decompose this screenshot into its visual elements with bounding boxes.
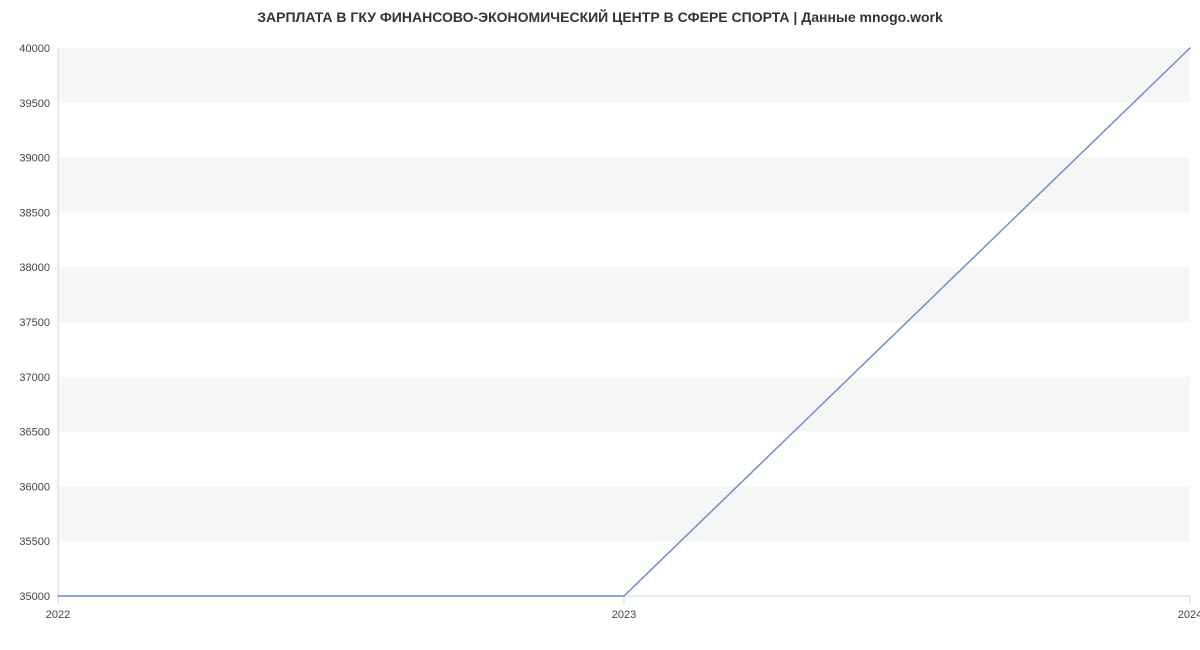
chart-title: ЗАРПЛАТА В ГКУ ФИНАНСОВО-ЭКОНОМИЧЕСКИЙ Ц…: [257, 8, 943, 25]
y-tick-label: 38000: [19, 262, 50, 274]
grid-band: [58, 48, 1190, 103]
y-tick-label: 36000: [19, 481, 50, 493]
chart-container: 35000 35500 36000 36500 37000 37500 38000 38500…: [0, 0, 1200, 650]
grid-band: [58, 377, 1190, 432]
grid-band: [58, 158, 1190, 213]
x-tick-label: 2022: [46, 609, 70, 621]
y-tick-label: 40000: [19, 43, 50, 55]
y-tick-label: 36500: [19, 427, 50, 439]
y-tick-label: 38500: [19, 207, 50, 219]
y-tick-label: 35500: [19, 536, 50, 548]
y-tick-label: 37000: [19, 372, 50, 384]
x-tick-label: 2023: [612, 609, 636, 621]
grid-band: [58, 267, 1190, 322]
y-tick-label: 39500: [19, 98, 50, 110]
y-tick-label: 35000: [19, 591, 50, 603]
x-tick-label: 2024: [1178, 609, 1200, 621]
y-tick-label: 37500: [19, 317, 50, 329]
grid-band: [58, 486, 1190, 541]
line-chart: 35000 35500 36000 36500 37000 37500 38000 38500…: [0, 0, 1200, 650]
y-tick-label: 39000: [19, 153, 50, 165]
